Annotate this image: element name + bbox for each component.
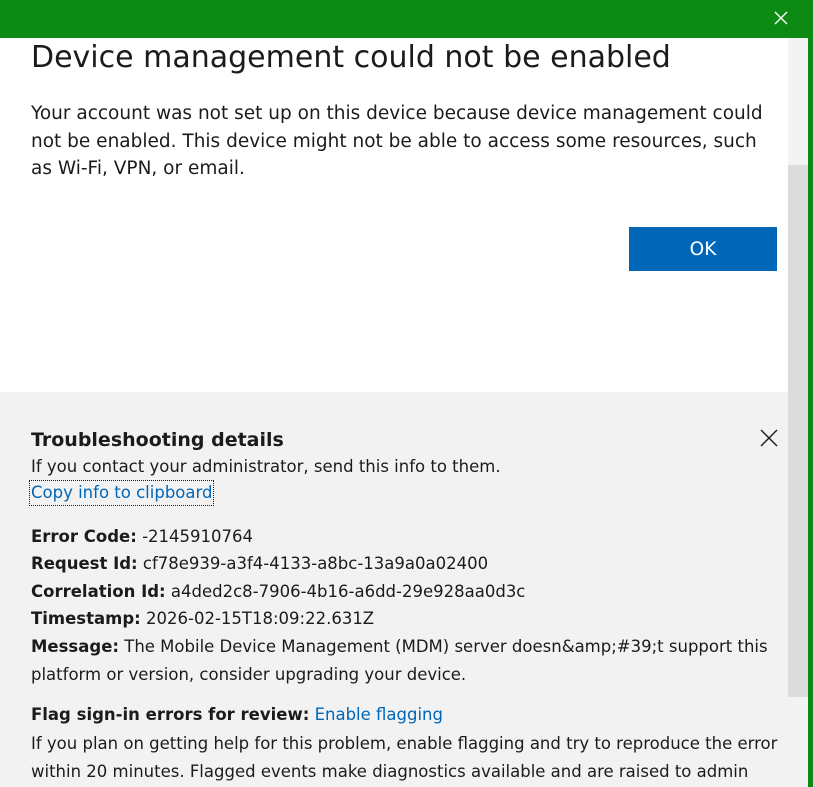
request-id-row: Request Id: cf78e939-a3f4-4133-a8bc-13a9… bbox=[31, 550, 771, 578]
message-label: Message: bbox=[31, 637, 119, 656]
ok-button[interactable]: OK bbox=[629, 227, 777, 271]
title-bar bbox=[0, 0, 811, 38]
enable-flagging-link[interactable]: Enable flagging bbox=[315, 705, 443, 724]
window-close-button[interactable] bbox=[768, 6, 794, 30]
dialog-content bbox=[0, 38, 788, 392]
dialog-title: Device management could not be enabled bbox=[31, 40, 671, 75]
window-border bbox=[808, 0, 813, 787]
correlation-id-label: Correlation Id: bbox=[31, 582, 166, 601]
timestamp-label: Timestamp: bbox=[31, 609, 141, 628]
timestamp-row: Timestamp: 2026-02-15T18:09:22.631Z bbox=[31, 605, 771, 633]
error-code-label: Error Code: bbox=[31, 527, 137, 546]
close-icon bbox=[760, 429, 778, 447]
dialog-message: Your account was not set up on this devi… bbox=[31, 103, 763, 179]
flag-label: Flag sign-in errors for review: bbox=[31, 705, 310, 724]
correlation-id-value: a4ded2c8-7906-4b16-a6dd-29e928aa0d3c bbox=[170, 582, 526, 601]
scrollbar-thumb[interactable] bbox=[788, 165, 808, 697]
timestamp-value: 2026-02-15T18:09:22.631Z bbox=[146, 609, 375, 628]
correlation-id-row: Correlation Id: a4ded2c8-7906-4b16-a6dd-… bbox=[31, 578, 771, 606]
flag-description: If you plan on getting help for this pro… bbox=[31, 734, 778, 781]
flag-row: Flag sign-in errors for review: Enable f… bbox=[31, 702, 443, 728]
error-code-value: -2145910764 bbox=[142, 527, 253, 546]
troubleshooting-subtitle: If you contact your administrator, send … bbox=[31, 457, 501, 476]
message-row: Message: The Mobile Device Management (M… bbox=[31, 633, 771, 688]
error-code-row: Error Code: -2145910764 bbox=[31, 523, 771, 551]
troubleshooting-close-button[interactable] bbox=[755, 424, 783, 452]
close-icon bbox=[774, 11, 788, 25]
request-id-label: Request Id: bbox=[31, 554, 138, 573]
message-value: The Mobile Device Management (MDM) serve… bbox=[31, 637, 768, 684]
copy-info-link[interactable]: Copy info to clipboard bbox=[28, 480, 215, 506]
request-id-value: cf78e939-a3f4-4133-a8bc-13a9a0a02400 bbox=[142, 554, 489, 573]
troubleshooting-title: Troubleshooting details bbox=[31, 429, 284, 451]
